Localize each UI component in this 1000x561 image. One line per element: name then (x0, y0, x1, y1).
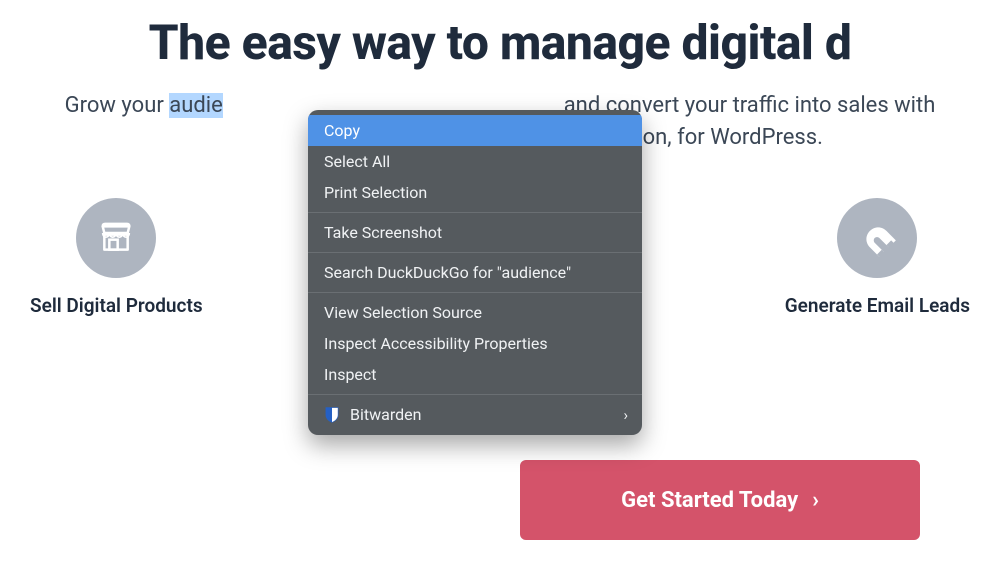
context-menu: Copy Select All Print Selection Take Scr… (308, 110, 642, 435)
hero-sub-before: Grow your (65, 93, 170, 118)
cta-label: Get Started Today (621, 488, 798, 513)
ctx-print-selection[interactable]: Print Selection (308, 177, 642, 208)
ctx-copy[interactable]: Copy (308, 115, 642, 146)
feature-label: Sell Digital Products (30, 294, 203, 317)
get-started-button[interactable]: Get Started Today › (520, 460, 920, 540)
chevron-right-icon: › (812, 488, 819, 513)
ctx-separator (308, 394, 642, 395)
selected-text: audie (169, 93, 223, 118)
bitwarden-shield-icon (324, 406, 340, 424)
ctx-select-all[interactable]: Select All (308, 146, 642, 177)
magnet-icon (837, 198, 917, 278)
feature-sell: Sell Digital Products (30, 198, 203, 317)
hero-title: The easy way to manage digital d (0, 0, 1000, 71)
hero-sub-line2-text: lution, for WordPress. (613, 125, 823, 150)
ctx-search-ddg[interactable]: Search DuckDuckGo for "audience" (308, 257, 642, 288)
ctx-separator (308, 252, 642, 253)
chevron-right-icon: › (623, 406, 628, 424)
feature-label: Generate Email Leads (785, 294, 970, 317)
feature-leads: Generate Email Leads (785, 198, 970, 317)
storefront-icon (76, 198, 156, 278)
ctx-bitwarden[interactable]: Bitwarden › (308, 399, 642, 430)
ctx-take-screenshot[interactable]: Take Screenshot (308, 217, 642, 248)
ctx-view-selection-source[interactable]: View Selection Source (308, 297, 642, 328)
ctx-separator (308, 292, 642, 293)
ctx-inspect-a11y[interactable]: Inspect Accessibility Properties (308, 328, 642, 359)
ctx-bitwarden-label: Bitwarden (350, 405, 421, 424)
ctx-inspect[interactable]: Inspect (308, 359, 642, 390)
ctx-separator (308, 212, 642, 213)
